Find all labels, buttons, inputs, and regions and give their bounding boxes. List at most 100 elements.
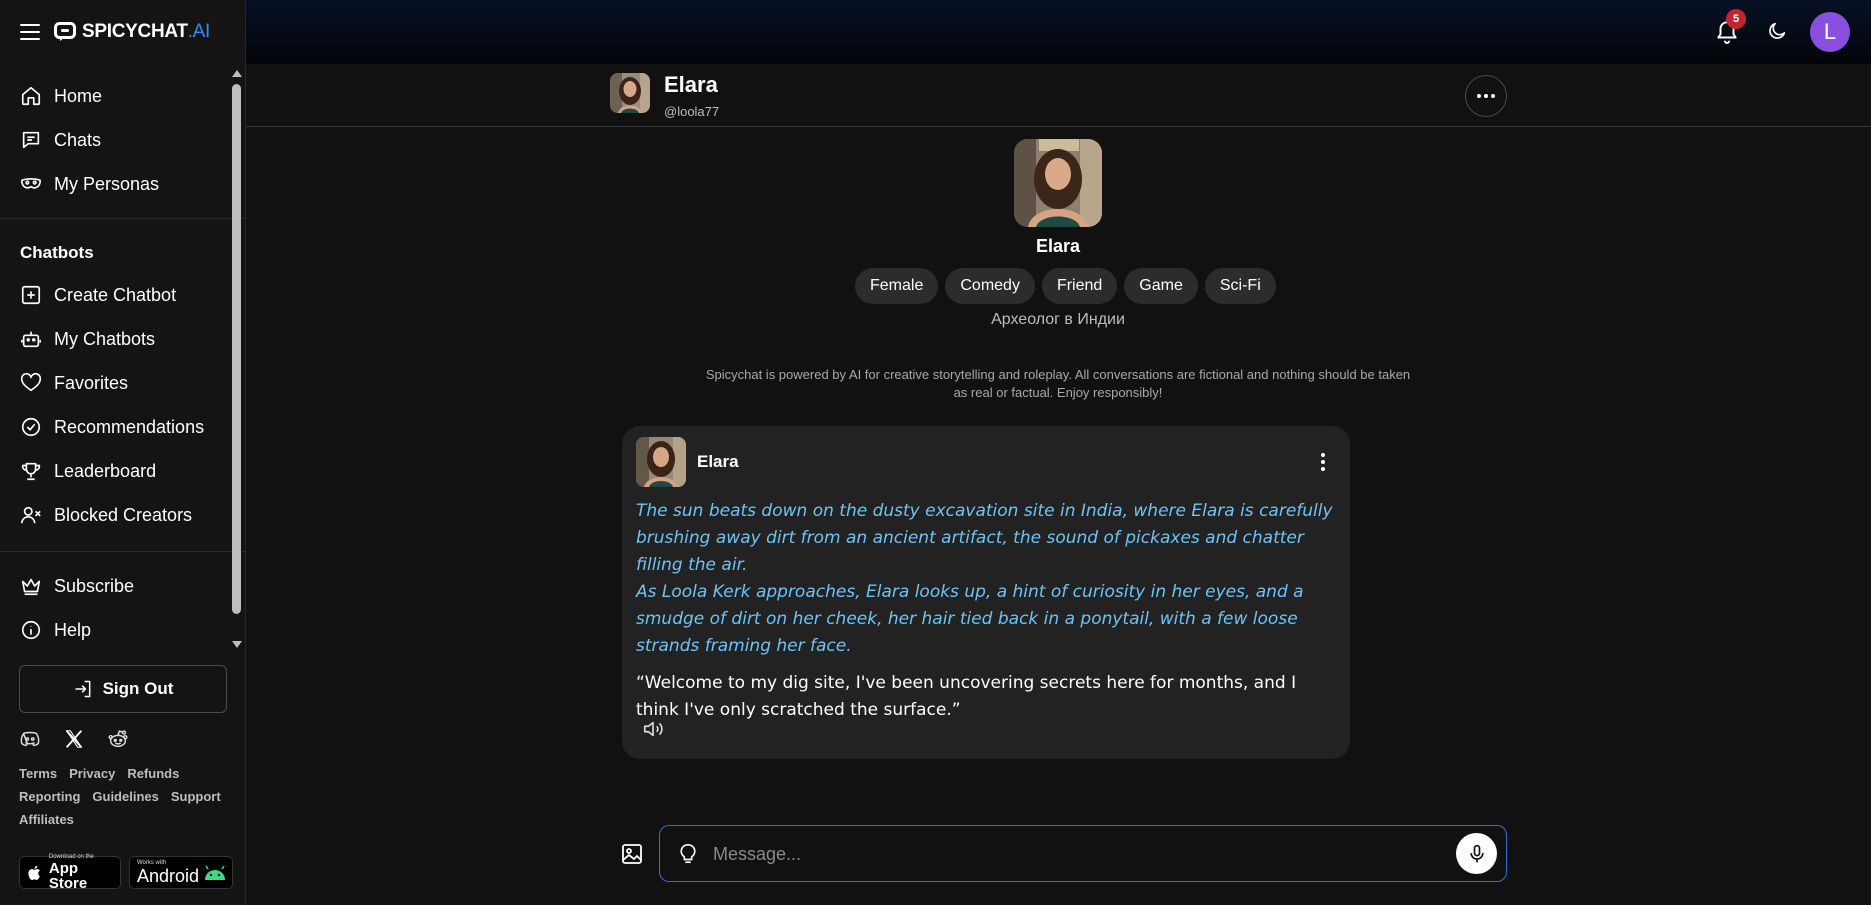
bot-avatar-small[interactable] <box>610 73 650 113</box>
sidebar: SPICYCHAT .AI Home Chats My Personas Cha… <box>0 0 246 905</box>
home-icon <box>21 86 41 106</box>
scroll-up-arrow[interactable] <box>232 70 242 77</box>
divider <box>0 551 246 552</box>
plus-square-icon <box>21 285 41 305</box>
sidebar-item-label: Create Chatbot <box>54 284 177 305</box>
message-input[interactable] <box>713 834 1373 874</box>
footer-link-refunds[interactable]: Refunds <box>127 766 179 781</box>
android-robot-icon <box>205 865 226 880</box>
footer-links: Terms Privacy Refunds Reporting Guidelin… <box>19 766 234 827</box>
logo-text: SPICYCHAT <box>82 21 188 42</box>
tag-sci-fi[interactable]: Sci-Fi <box>1204 268 1276 304</box>
footer-link-reporting[interactable]: Reporting <box>19 789 80 804</box>
heart-icon <box>20 372 42 392</box>
top-bar: 5 L <box>246 0 1871 64</box>
chat-header: Elara @loola77 <box>246 64 1871 127</box>
x-twitter-icon[interactable] <box>63 728 85 750</box>
android-badge[interactable]: Works with Android <box>129 856 233 889</box>
sidebar-scrollbar[interactable] <box>230 64 244 654</box>
bot-handle[interactable]: @loola77 <box>664 104 719 119</box>
apple-icon <box>28 865 40 880</box>
bot-name: Elara <box>664 72 718 97</box>
tag-list: Female Comedy Friend Game Sci-Fi <box>855 268 1276 304</box>
user-avatar[interactable]: L <box>1810 12 1850 52</box>
moon-icon[interactable] <box>1766 20 1788 42</box>
sidebar-item-label: My Personas <box>54 173 160 194</box>
more-options-button[interactable] <box>1465 75 1507 117</box>
scroll-thumb[interactable] <box>232 84 241 614</box>
user-x-icon <box>21 506 41 524</box>
app-store-badge[interactable]: Download on the App Store <box>19 854 121 892</box>
message-composer <box>659 825 1507 882</box>
sidebar-item-label: My Chatbots <box>54 328 156 349</box>
logo-suffix: .AI <box>187 21 211 42</box>
sign-out-button[interactable]: Sign Out <box>19 665 227 713</box>
crown-icon <box>21 578 41 596</box>
tag-game[interactable]: Game <box>1124 268 1198 304</box>
profile-name: Elara <box>1035 236 1081 256</box>
reddit-icon[interactable] <box>107 728 129 750</box>
bot-avatar-large[interactable] <box>1014 139 1102 227</box>
portrait-image <box>610 73 650 113</box>
sidebar-nav: Home Chats My Personas Chatbots Create C… <box>0 64 246 654</box>
logo-icon <box>54 22 76 41</box>
sidebar-item-subscribe[interactable]: Subscribe <box>0 564 246 608</box>
tag-comedy[interactable]: Comedy <box>945 268 1035 304</box>
app-badges: Download on the App Store Works with And… <box>19 854 233 892</box>
microphone-icon <box>1469 844 1484 862</box>
tag-friend[interactable]: Friend <box>1041 268 1118 304</box>
notification-badge: 5 <box>1726 9 1746 29</box>
sidebar-item-label: Leaderboard <box>54 460 157 481</box>
social-links <box>19 728 129 750</box>
logo[interactable]: SPICYCHAT .AI <box>54 21 210 43</box>
menu-icon[interactable] <box>20 24 40 40</box>
sidebar-item-favorites[interactable]: Favorites <box>0 361 246 405</box>
message-menu-button[interactable] <box>1320 453 1326 471</box>
sidebar-item-blocked-creators[interactable]: Blocked Creators <box>0 493 246 537</box>
discord-icon[interactable] <box>19 728 41 750</box>
sidebar-item-label: Favorites <box>54 372 129 393</box>
sidebar-item-create-chatbot[interactable]: Create Chatbot <box>0 273 246 317</box>
sign-out-label: Sign Out <box>102 679 174 698</box>
footer-link-guidelines[interactable]: Guidelines <box>92 789 158 804</box>
microphone-button[interactable] <box>1456 833 1497 874</box>
android-big: Android <box>137 866 200 886</box>
speaker-icon[interactable] <box>642 718 664 740</box>
trophy-icon <box>21 462 41 481</box>
sidebar-item-chats[interactable]: Chats <box>0 118 246 162</box>
sidebar-item-my-chatbots[interactable]: My Chatbots <box>0 317 246 361</box>
footer-link-privacy[interactable]: Privacy <box>69 766 115 781</box>
message-narration: As Loola Kerk approaches, Elara looks up… <box>636 582 1304 656</box>
message-author: Elara <box>697 452 739 471</box>
check-circle-icon <box>21 417 41 437</box>
info-icon <box>21 620 41 640</box>
footer-link-affiliates[interactable]: Affiliates <box>19 812 74 827</box>
tag-female[interactable]: Female <box>855 268 939 304</box>
brand-bar: SPICYCHAT .AI <box>0 0 246 64</box>
sidebar-item-my-personas[interactable]: My Personas <box>0 162 246 206</box>
bot-tagline: Археолог в Индии <box>991 311 1125 328</box>
sidebar-item-home[interactable]: Home <box>0 74 246 118</box>
app-store-big: App Store <box>48 860 88 892</box>
scroll-down-arrow[interactable] <box>232 641 242 648</box>
message-card: Elara The sun beats down on the dusty ex… <box>622 426 1350 759</box>
image-upload-icon[interactable] <box>620 842 644 866</box>
sidebar-item-help[interactable]: Help <box>0 608 246 652</box>
sign-in-icon <box>75 680 90 698</box>
portrait-image <box>1014 139 1102 227</box>
footer-link-support[interactable]: Support <box>171 789 221 804</box>
sidebar-item-recommendations[interactable]: Recommendations <box>0 405 246 449</box>
disclaimer-text: Spicychat is powered by AI for creative … <box>705 367 1411 400</box>
message-avatar[interactable] <box>636 437 686 487</box>
sidebar-item-leaderboard[interactable]: Leaderboard <box>0 449 246 493</box>
mask-icon <box>21 178 41 189</box>
lightbulb-icon[interactable] <box>677 842 699 866</box>
divider <box>0 218 246 219</box>
portrait-image <box>636 437 686 487</box>
robot-icon <box>21 331 41 348</box>
app-root: SPICYCHAT .AI Home Chats My Personas Cha… <box>0 0 1871 905</box>
sidebar-item-label: Recommendations <box>54 416 205 437</box>
footer-link-terms[interactable]: Terms <box>19 766 57 781</box>
sidebar-item-label: Subscribe <box>54 575 135 596</box>
section-title-chatbots: Chatbots <box>20 243 94 262</box>
